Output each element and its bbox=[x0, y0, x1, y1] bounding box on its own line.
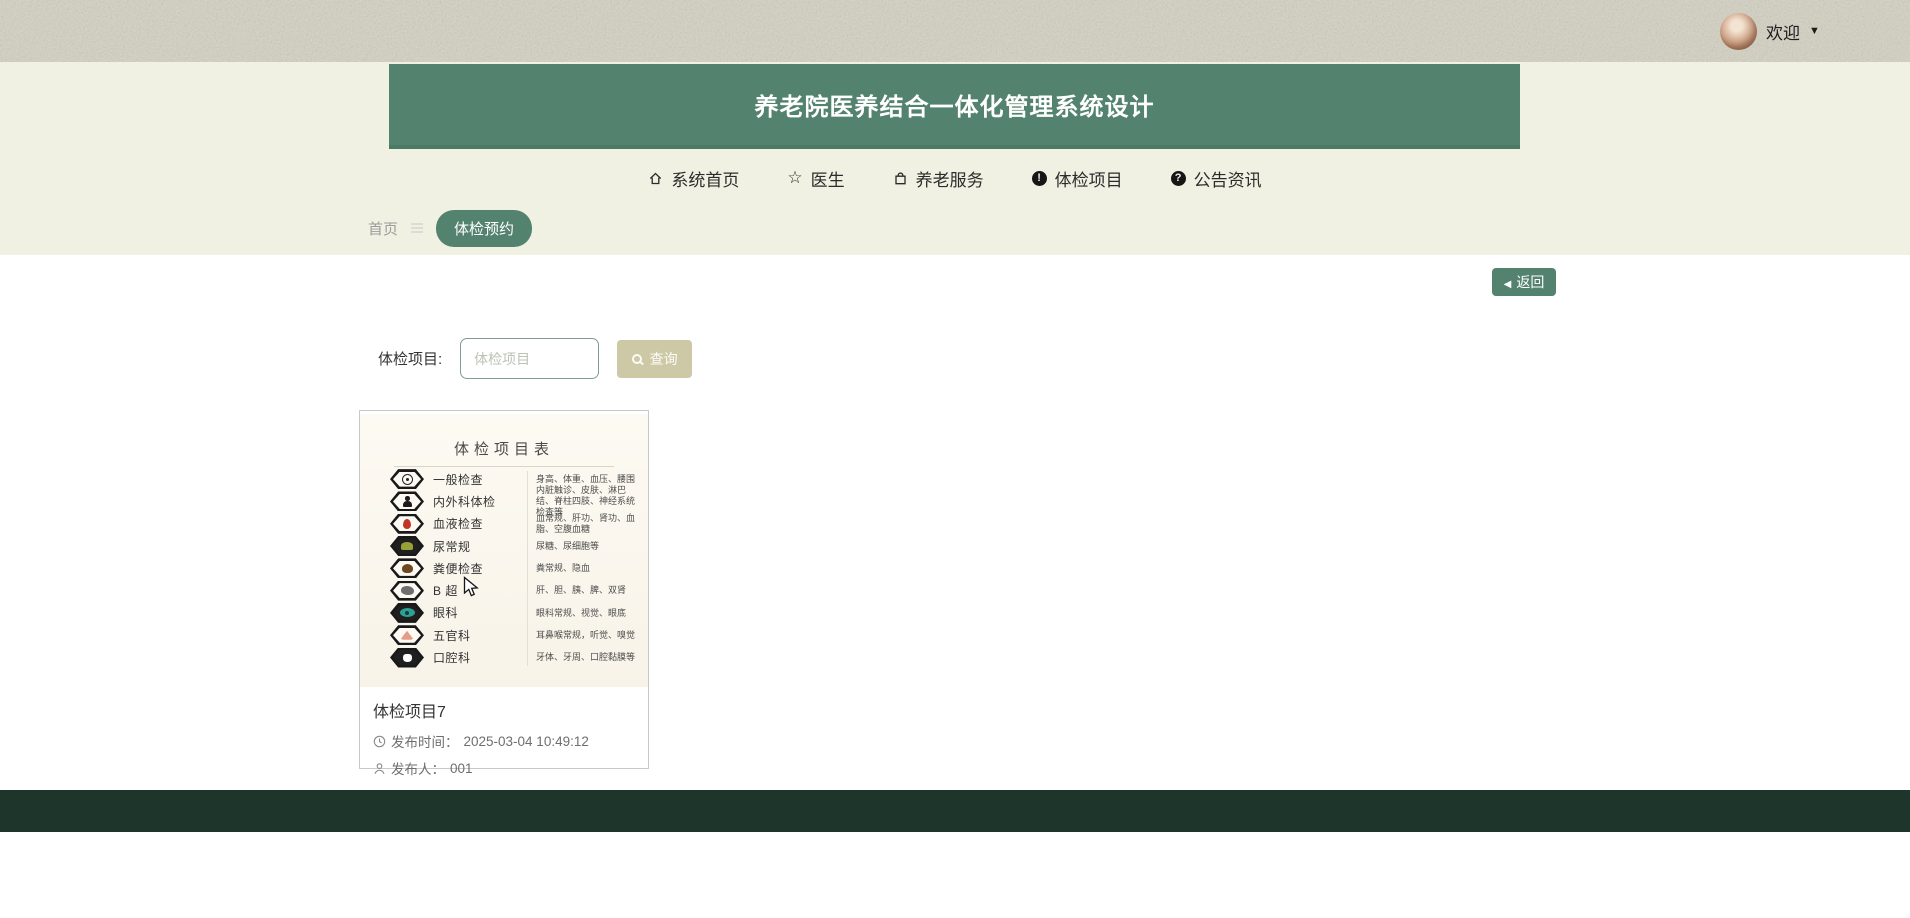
topbar: 欢迎 bbox=[0, 0, 1910, 62]
gauge-icon bbox=[390, 469, 424, 490]
back-arrow-icon bbox=[1504, 274, 1512, 290]
search-form: 体检项目: 查询 bbox=[378, 338, 693, 379]
exam-card-body: 体检项目7 发布时间： 2025-03-04 10:49:12 发布人： 001 bbox=[360, 687, 648, 778]
back-button[interactable]: 返回 bbox=[1492, 268, 1556, 296]
search-button-label: 查询 bbox=[649, 350, 678, 367]
main-content: 返回 体检项目: 查询 体检项目表 一般检查 身高、体重、血压、腰围 bbox=[0, 255, 1910, 790]
nav-item-exam-items[interactable]: 体检项目 bbox=[1031, 166, 1123, 191]
exam-row-desc: 血常规、肝功、肾功、血脂、空腹血糖 bbox=[536, 512, 636, 534]
chevron-down-icon[interactable] bbox=[1809, 25, 1820, 37]
exam-row-desc: 眼科常规、视觉、眼底 bbox=[536, 607, 627, 618]
breadcrumb-home[interactable]: 首页 bbox=[368, 218, 398, 239]
publish-time-value: 2025-03-04 10:49:12 bbox=[463, 733, 589, 749]
breadcrumb: 首页 体检预约 bbox=[368, 209, 533, 247]
nav-item-label: 体检项目 bbox=[1054, 170, 1123, 190]
page-title: 养老院医养结合一体化管理系统设计 bbox=[754, 94, 1155, 121]
nose-icon bbox=[390, 625, 424, 646]
publish-time-label: 发布时间： bbox=[391, 735, 459, 750]
home-icon bbox=[650, 172, 662, 184]
exam-table-row: 血液检查 血常规、肝功、肾功、血脂、空腹血糖 bbox=[390, 513, 638, 535]
bag-icon bbox=[894, 171, 906, 184]
exam-row-desc: 耳鼻喉常规，听觉、嗅觉 bbox=[536, 629, 636, 640]
search-label: 体检项目: bbox=[378, 351, 443, 368]
exam-table-row: B 超 肝、胆、胰、脾、双肾 bbox=[390, 579, 638, 601]
nav-item-label: 公告资讯 bbox=[1193, 170, 1262, 190]
page: 欢迎 养老院医养结合一体化管理系统设计 系统首页 医生 养老服务 体检项目 公告… bbox=[0, 0, 1910, 918]
nav-item-doctor[interactable]: 医生 bbox=[787, 166, 845, 191]
exam-row-label: 血液检查 bbox=[433, 517, 484, 532]
publish-time-row: 发布时间： 2025-03-04 10:49:12 bbox=[373, 731, 635, 751]
ultrasound-icon bbox=[390, 580, 424, 601]
exam-table-row: 尿常规 尿糖、尿细胞等 bbox=[390, 535, 638, 557]
exam-row-desc: 肝、胆、胰、脾、双肾 bbox=[536, 585, 627, 596]
stool-icon bbox=[390, 558, 424, 579]
exam-row-label: 五官科 bbox=[433, 628, 471, 643]
tooth-icon bbox=[390, 647, 424, 668]
exam-table-title-rule bbox=[394, 466, 614, 467]
user-icon bbox=[374, 762, 385, 774]
exam-row-label: 眼科 bbox=[433, 606, 459, 621]
topbar-texture bbox=[0, 0, 1910, 62]
publisher-label: 发布人： bbox=[391, 762, 445, 777]
exam-item-card[interactable]: 体检项目表 一般检查 身高、体重、血压、腰围 内外科体检 内脏触诊、皮肤、淋巴结… bbox=[359, 410, 649, 777]
search-button[interactable]: 查询 bbox=[617, 339, 693, 378]
exam-table-row: 内外科体检 内脏触诊、皮肤、淋巴结、脊柱四肢、神经系统检查等 bbox=[390, 485, 638, 517]
avatar[interactable] bbox=[1720, 12, 1757, 50]
exclamation-circle-icon bbox=[1031, 170, 1047, 186]
nav-item-label: 医生 bbox=[810, 170, 845, 190]
nav-item-label: 系统首页 bbox=[671, 170, 740, 190]
question-circle-icon bbox=[1170, 170, 1186, 186]
star-icon bbox=[787, 168, 802, 188]
welcome-label[interactable]: 欢迎 bbox=[1766, 19, 1800, 44]
search-input[interactable] bbox=[460, 338, 600, 379]
eye-icon bbox=[390, 602, 424, 623]
main-nav: 系统首页 医生 养老服务 体检项目 公告资讯 bbox=[0, 152, 1910, 204]
blood-drop-icon bbox=[390, 513, 424, 534]
exam-table-row: 五官科 耳鼻喉常规，听觉、嗅觉 bbox=[390, 624, 638, 646]
breadcrumb-separator-icon bbox=[411, 227, 424, 229]
exam-table-image: 体检项目表 一般检查 身高、体重、血压、腰围 内外科体检 内脏触诊、皮肤、淋巴结… bbox=[360, 414, 648, 687]
exam-row-desc: 尿糖、尿细胞等 bbox=[536, 540, 600, 551]
publisher-row: 发布人： 001 bbox=[373, 758, 635, 778]
exam-row-desc: 身高、体重、血压、腰围 bbox=[536, 473, 636, 484]
page-footer bbox=[0, 790, 1910, 832]
exam-row-label: 尿常规 bbox=[433, 539, 471, 554]
breadcrumb-current: 体检预约 bbox=[436, 209, 533, 247]
nav-item-system-home[interactable]: 系统首页 bbox=[648, 166, 739, 191]
publisher-value: 001 bbox=[450, 760, 473, 776]
nav-item-label: 养老服务 bbox=[915, 170, 984, 190]
urine-icon bbox=[390, 536, 424, 557]
exam-table-row: 粪便检查 粪常规、隐血 bbox=[390, 557, 638, 579]
page-banner: 养老院医养结合一体化管理系统设计 bbox=[389, 64, 1520, 149]
clock-icon bbox=[373, 735, 386, 747]
exam-row-label: 粪便检查 bbox=[433, 561, 484, 576]
exam-card-title[interactable]: 体检项目7 bbox=[373, 698, 635, 722]
exam-table-rows: 一般检查 身高、体重、血压、腰围 内外科体检 内脏触诊、皮肤、淋巴结、脊柱四肢、… bbox=[390, 468, 638, 669]
exam-table-title: 体检项目表 bbox=[453, 442, 554, 458]
exam-row-label: 内外科体检 bbox=[433, 494, 496, 509]
exam-row-desc: 粪常规、隐血 bbox=[536, 562, 591, 573]
person-icon bbox=[390, 491, 424, 512]
user-menu[interactable]: 欢迎 bbox=[1720, 0, 1820, 62]
nav-item-elder-services[interactable]: 养老服务 bbox=[893, 166, 984, 191]
exam-table-row: 口腔科 牙体、牙周、口腔黏膜等 bbox=[390, 646, 638, 668]
exam-row-label: 一般检查 bbox=[433, 472, 484, 487]
exam-row-label: 口腔科 bbox=[433, 651, 471, 666]
mouse-cursor bbox=[463, 576, 479, 597]
search-icon bbox=[631, 353, 642, 364]
nav-item-announcements[interactable]: 公告资讯 bbox=[1170, 166, 1262, 191]
exam-table-row: 眼科 眼科常规、视觉、眼底 bbox=[390, 602, 638, 624]
back-button-label: 返回 bbox=[1516, 274, 1545, 290]
exam-row-desc: 牙体、牙周、口腔黏膜等 bbox=[536, 652, 636, 663]
